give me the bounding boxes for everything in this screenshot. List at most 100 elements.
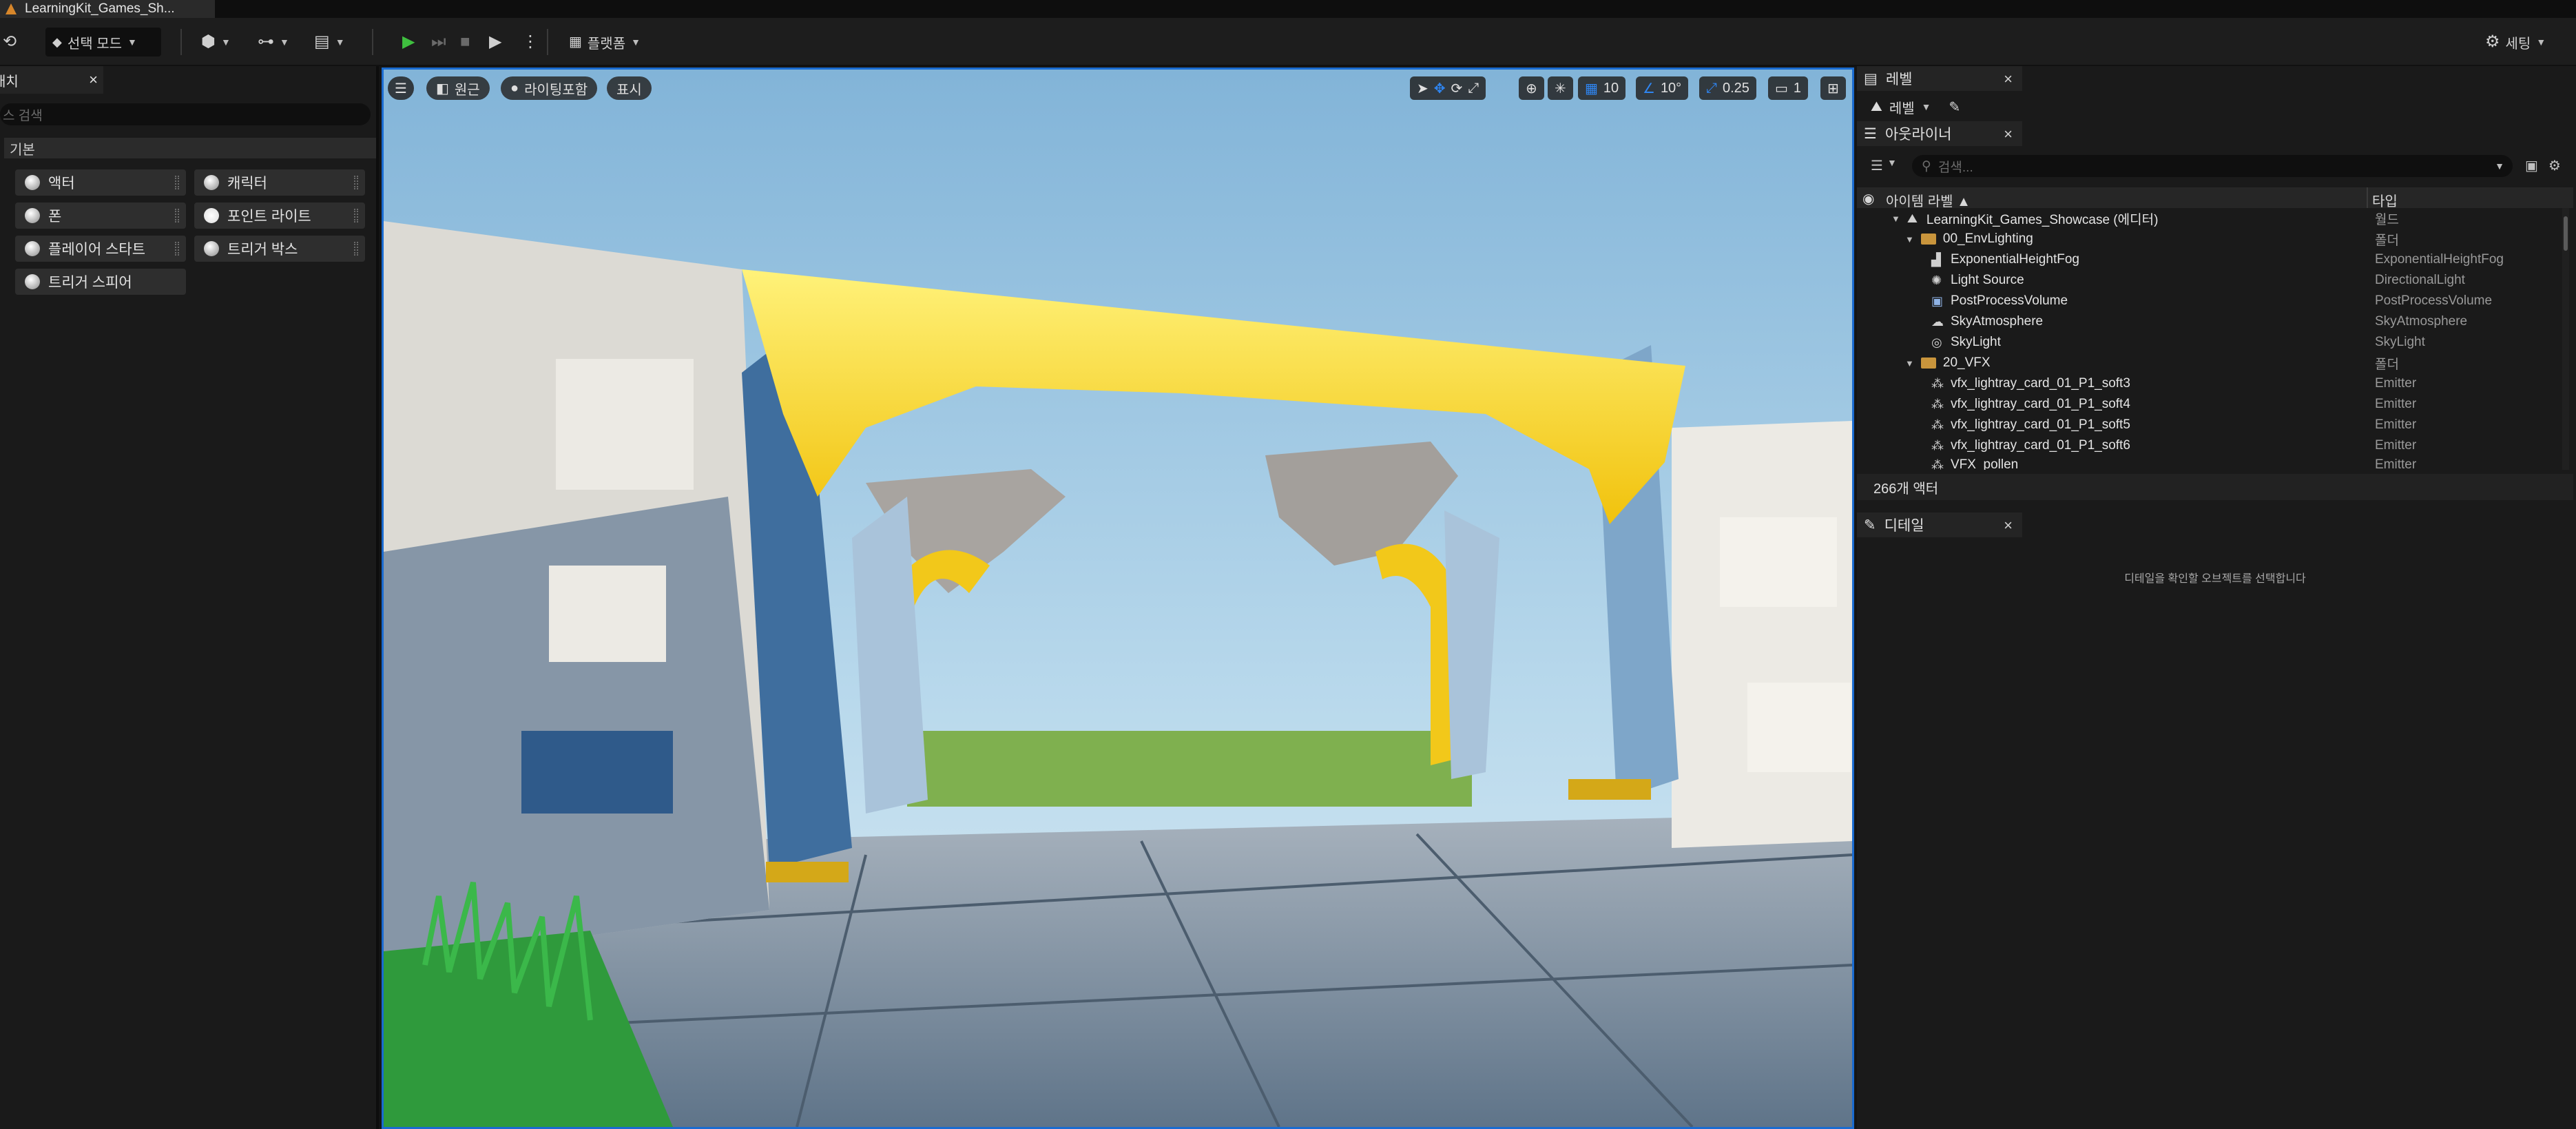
filter-button[interactable]: ☰ ▼ (1871, 157, 1897, 174)
settings-dropdown[interactable]: ⚙ 세팅 ▼ (2478, 28, 2553, 56)
post-process-icon: ▣ (1931, 294, 1944, 308)
view-mode-button[interactable]: ● 라이팅포함 (501, 76, 598, 100)
camera-speed-button[interactable]: ▭ 1 (1768, 76, 1809, 100)
tree-row-type: SkyLight (2375, 335, 2425, 349)
drag-handle-icon[interactable] (175, 176, 179, 189)
pencil-icon: ✎ (1864, 517, 1876, 533)
scale-icon[interactable]: ⤢ (1468, 81, 1479, 96)
grid-snap-button[interactable]: ▦ 10 (1578, 76, 1626, 100)
rotation-snap-value: 10° (1660, 80, 1682, 96)
drag-handle-icon[interactable] (175, 209, 179, 222)
drag-handle-icon[interactable] (175, 242, 179, 256)
outliner-tab[interactable]: ☰ 아웃라이너 × (1857, 121, 2022, 146)
show-button[interactable]: 표시 (607, 76, 652, 100)
hamburger-menu-icon: ☰ (395, 81, 407, 96)
close-icon[interactable]: × (89, 71, 98, 89)
tree-row-actor[interactable]: ▟ ExponentialHeightFog ExponentialHeightF… (1857, 249, 2561, 270)
levels-tab[interactable]: ▤ 레벨 × (1857, 66, 2022, 91)
tree-row-actor[interactable]: ⁂ vfx_lightray_card_01_P1_soft6 Emitter (1857, 435, 2561, 456)
drag-handle-icon[interactable] (354, 242, 358, 256)
place-item-character[interactable]: 캐릭터 (194, 169, 365, 196)
tree-row-folder[interactable]: ▼ 00_EnvLighting 폴더 (1857, 229, 2561, 249)
document-tab[interactable]: LearningKit_Games_Sh... (0, 0, 215, 18)
tree-row-actor[interactable]: ⁂ VFX_pollen Emitter (1857, 456, 2561, 470)
place-actors-tab[interactable]: 배치 × (0, 66, 103, 94)
drag-handle-icon[interactable] (354, 176, 358, 189)
expanded-arrow-icon[interactable]: ▼ (1891, 214, 1900, 224)
coordinate-system-button[interactable]: ⊕ (1519, 76, 1544, 100)
tree-row-actor[interactable]: ◎ SkyLight SkyLight (1857, 332, 2561, 353)
blueprint-button[interactable]: ⊶ ▼ (251, 28, 296, 56)
eye-icon[interactable]: ◉ (1862, 190, 1874, 207)
col-item-label[interactable]: 아이템 라벨 ▲ (1886, 190, 1971, 210)
add-folder-icon[interactable]: ▣ (2525, 157, 2538, 174)
place-item-player-start[interactable]: 플레이어 스타트 (15, 236, 186, 262)
tree-row-actor[interactable]: ⁂ vfx_lightray_card_01_P1_soft3 Emitter (1857, 373, 2561, 394)
place-item-actor[interactable]: 액터 (15, 169, 186, 196)
rotation-snap-button[interactable]: ∠ 10° (1636, 76, 1689, 100)
save-icon[interactable]: ⟲ (0, 28, 23, 56)
levels-dropdown[interactable]: ⛰ 레벨 ▼ ✎ (1871, 96, 1960, 117)
tree-row-world[interactable]: ▼ ⛰ LearningKit_Games_Showcase (에디터) 월드 (1857, 208, 2561, 229)
expanded-arrow-icon[interactable]: ▼ (1905, 234, 1914, 245)
advance-frame-button[interactable]: ⏭ (424, 28, 453, 56)
category-basic[interactable]: 기본 (4, 138, 376, 158)
tree-row-folder[interactable]: ▼ 20_VFX 폴더 (1857, 353, 2561, 373)
play-button[interactable]: ▶ (395, 28, 422, 56)
toolbar-divider (547, 29, 548, 55)
add-actor-button[interactable]: ⬢ ▼ (194, 28, 238, 56)
tree-row-type: Emitter (2375, 417, 2417, 432)
stop-button[interactable]: ■ (453, 28, 477, 56)
tree-row-actor[interactable]: ⁂ vfx_lightray_card_01_P1_soft5 Emitter (1857, 415, 2561, 435)
folder-icon (1920, 234, 1936, 245)
actor-icon (25, 175, 40, 190)
chevron-down-icon[interactable]: ▼ (2495, 160, 2504, 172)
level-viewport[interactable]: ☰ ◧ 원근 ● 라이팅포함 표시 ➤ ✥ ⟳ ⤢ ⊕ ✳ ▦ 10 ∠ 10°… (382, 68, 1854, 1129)
col-type[interactable]: 타입 (2372, 190, 2398, 210)
place-item-point-light[interactable]: 포인트 라이트 (194, 203, 365, 229)
play-options-button[interactable]: ⋮ (515, 28, 546, 56)
tree-row-actor[interactable]: ⁂ vfx_lightray_card_01_P1_soft4 Emitter (1857, 394, 2561, 415)
place-item-pawn[interactable]: 폰 (15, 203, 186, 229)
close-icon[interactable]: × (2004, 125, 2013, 143)
scale-snap-button[interactable]: ⤢ 0.25 (1699, 76, 1756, 100)
gear-icon[interactable]: ⚙ (2548, 157, 2561, 174)
pencil-icon[interactable]: ✎ (1949, 99, 1960, 116)
surface-snap-button[interactable]: ✳ (1548, 76, 1573, 100)
scene-render[interactable] (384, 70, 1852, 1127)
place-item-trigger-sphere[interactable]: 트리거 스피어 (15, 269, 186, 295)
drag-handle-icon[interactable] (354, 209, 358, 222)
cinematics-button[interactable]: ▤ ▼ (307, 28, 352, 56)
close-icon[interactable]: × (2004, 70, 2013, 88)
right-panel: ▤ 레벨 × ⛰ 레벨 ▼ ✎ ☰ 아웃라이너 × ☰ ▼ ⚲ 검색... ▼ ▣… (1857, 66, 2576, 1129)
main-toolbar: ⟲ ◆ 선택 모드 ▼ ⬢ ▼ ⊶ ▼ ▤ ▼ ▶ ⏭ ■ ▶ ⋮ ▦ 플랫폼 … (0, 18, 2576, 66)
outliner-search-input[interactable]: ⚲ 검색... ▼ (1912, 155, 2513, 177)
tree-row-actor[interactable]: ✺ Light Source DirectionalLight (1857, 270, 2561, 291)
viewport-options-button[interactable]: ☰ (388, 76, 414, 100)
select-mode-dropdown[interactable]: ◆ 선택 모드 ▼ (45, 28, 161, 56)
emitter-icon: ⁂ (1931, 439, 1944, 453)
tree-row-actor[interactable]: ☁ SkyAtmosphere SkyAtmosphere (1857, 311, 2561, 332)
chevron-down-icon: ▼ (2536, 37, 2546, 48)
platforms-dropdown[interactable]: ▦ 플랫폼 ▼ (562, 28, 647, 56)
fog-icon: ▟ (1931, 253, 1941, 267)
place-actors-search-input[interactable]: 스 검색 (0, 103, 371, 125)
eject-button[interactable]: ▶ (482, 28, 508, 56)
expanded-arrow-icon[interactable]: ▼ (1905, 358, 1914, 369)
trigger-sphere-icon (25, 274, 40, 289)
details-tab[interactable]: ✎ 디테일 × (1857, 512, 2022, 537)
select-mode-icon: ◆ (52, 35, 62, 49)
transform-tools[interactable]: ➤ ✥ ⟳ ⤢ (1410, 76, 1486, 100)
tree-row-label: 20_VFX (1942, 355, 1991, 370)
tree-row-actor[interactable]: ▣ PostProcessVolume PostProcessVolume (1857, 291, 2561, 311)
tree-row-type: Emitter (2375, 397, 2417, 411)
perspective-button[interactable]: ◧ 원근 (426, 76, 490, 100)
place-item-trigger-box[interactable]: 트리거 박스 (194, 236, 365, 262)
viewport-layout-button[interactable]: ⊞ (1820, 76, 1846, 100)
select-arrow-icon[interactable]: ➤ (1417, 80, 1429, 97)
close-icon[interactable]: × (2004, 517, 2013, 535)
rotate-icon[interactable]: ⟳ (1451, 80, 1463, 97)
tree-row-label: ExponentialHeightFog (1951, 252, 2079, 267)
move-icon[interactable]: ✥ (1434, 80, 1446, 97)
outliner-scrollbar-thumb[interactable] (2564, 216, 2568, 251)
